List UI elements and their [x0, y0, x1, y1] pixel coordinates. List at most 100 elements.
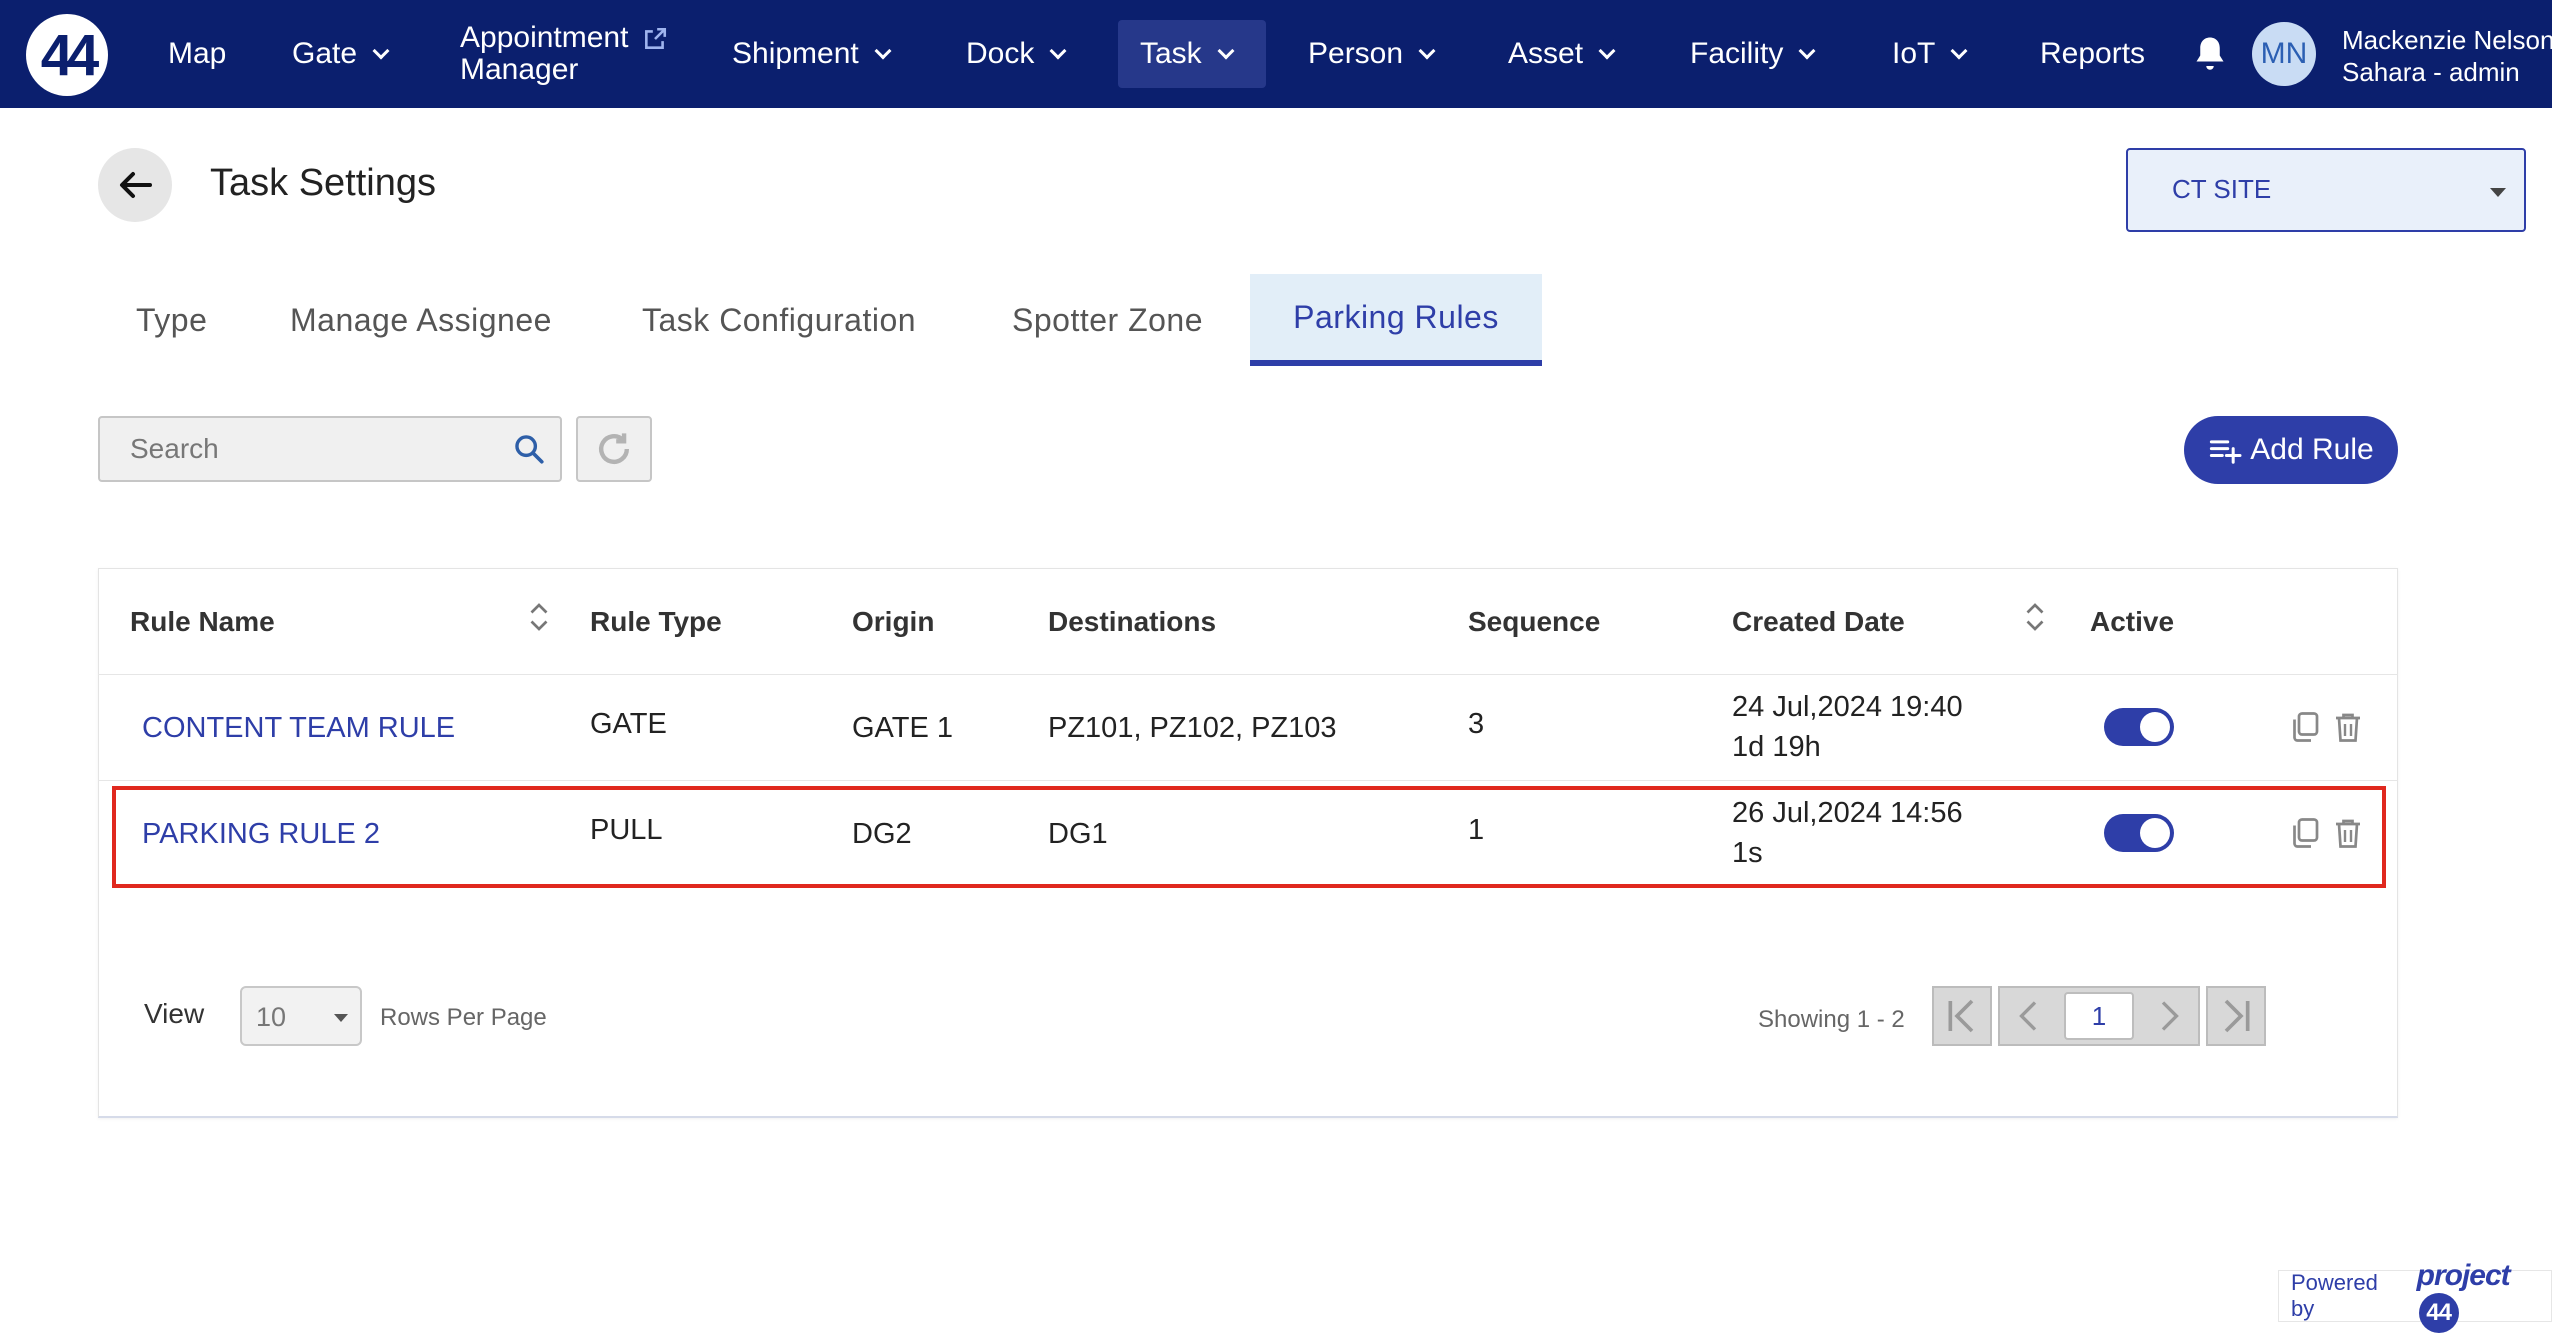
column-header-active: Active: [2090, 606, 2175, 637]
table-divider: [98, 674, 2398, 675]
next-page-button[interactable]: [2140, 986, 2200, 1046]
caret-down-icon: [334, 1014, 348, 1022]
column-header-rule-name[interactable]: Rule Name: [130, 606, 275, 638]
refresh-icon: [598, 433, 630, 465]
active-toggle[interactable]: [2104, 708, 2174, 746]
user-info[interactable]: Mackenzie Nelson Sahara - admin: [2342, 24, 2552, 88]
notification-bell-icon[interactable]: [2192, 34, 2228, 74]
column-header-destinations: Destinations: [1048, 606, 1217, 637]
rows-per-page-label: Rows Per Page: [380, 1004, 547, 1031]
nav-item-appointment-manager[interactable]: Appointment Manager: [460, 0, 668, 108]
chevron-down-icon: [1217, 42, 1235, 60]
previous-page-button[interactable]: [1998, 986, 2058, 1046]
rows-per-page-select[interactable]: 10: [240, 986, 362, 1046]
external-link-icon: [645, 27, 667, 49]
add-rule-label: Add Rule: [2250, 433, 2374, 466]
powered-by-label: Powered by: [2291, 1270, 2378, 1321]
nav-item-label: Person: [1308, 37, 1404, 70]
nav-item-label: Facility: [1690, 37, 1784, 70]
nav-item-label: Appointment: [460, 21, 629, 54]
site-select-value: CT SITE: [2172, 174, 2272, 204]
nav-item-task[interactable]: Task: [1140, 0, 1235, 108]
user-avatar[interactable]: MN: [2252, 22, 2316, 86]
caret-down-icon: [2490, 188, 2506, 197]
nav-item-label: Shipment: [732, 37, 859, 70]
nav-item-label: Dock: [966, 37, 1035, 70]
nav-item-reports[interactable]: Reports: [2040, 0, 2145, 108]
view-label: View: [144, 998, 205, 1029]
tab-task-configuration[interactable]: Task Configuration: [642, 274, 916, 366]
search-icon[interactable]: [512, 432, 546, 466]
rule-type-cell: GATE: [590, 708, 667, 740]
nav-item-shipment[interactable]: Shipment: [732, 0, 892, 108]
column-header-created-date[interactable]: Created Date: [1732, 606, 1905, 638]
nav-item-label: Asset: [1508, 37, 1584, 70]
rule-name-link[interactable]: CONTENT TEAM RULE: [142, 712, 455, 745]
tab-manage-assignee[interactable]: Manage Assignee: [290, 274, 552, 366]
first-page-icon: [1948, 999, 1974, 1033]
refresh-button[interactable]: [576, 416, 652, 482]
last-page-icon: [2224, 999, 2250, 1033]
add-rule-button[interactable]: Add Rule: [2184, 416, 2398, 484]
last-page-button[interactable]: [2206, 986, 2266, 1046]
column-header-rule-type: Rule Type: [590, 606, 722, 637]
nav-item-iot[interactable]: IoT: [1892, 0, 1968, 108]
tab-label: Type: [136, 301, 208, 338]
tab-label: Parking Rules: [1293, 298, 1499, 335]
brand-mark: 44: [2418, 1293, 2459, 1333]
search-input[interactable]: [100, 418, 500, 480]
top-navigation-bar: 44 Map Gate Appointment Manager Shipment…: [0, 0, 2552, 108]
rows-per-page-value: 10: [256, 1002, 287, 1032]
nav-item-map[interactable]: Map: [168, 0, 226, 108]
search-box: [98, 416, 562, 482]
sort-icon[interactable]: [528, 602, 550, 632]
copy-icon[interactable]: [2290, 710, 2320, 744]
nav-item-dock[interactable]: Dock: [966, 0, 1067, 108]
nav-item-gate[interactable]: Gate: [292, 0, 390, 108]
chevron-down-icon: [1598, 42, 1616, 60]
tab-label: Spotter Zone: [1012, 301, 1203, 338]
powered-by-badge[interactable]: Powered by project44: [2278, 1259, 2552, 1333]
created-date-cell: 24 Jul,2024 19:40 1d 19h: [1732, 687, 1963, 767]
tab-label: Task Configuration: [642, 301, 917, 338]
site-select[interactable]: CT SITE: [2126, 148, 2526, 232]
user-role: Sahara - admin: [2342, 57, 2520, 87]
column-header-sequence: Sequence: [1468, 606, 1601, 637]
chevron-right-icon: [2161, 1001, 2179, 1031]
project44-logo[interactable]: 44: [26, 14, 108, 96]
tab-spotter-zone[interactable]: Spotter Zone: [1012, 274, 1203, 366]
nav-item-person[interactable]: Person: [1308, 0, 1436, 108]
trash-icon[interactable]: [2333, 710, 2363, 744]
nav-item-label: Reports: [2040, 37, 2146, 70]
created-date-value: 24 Jul,2024 19:40: [1732, 691, 1963, 723]
nav-item-asset[interactable]: Asset: [1508, 0, 1616, 108]
chevron-down-icon: [372, 42, 390, 60]
sort-icon[interactable]: [2024, 602, 2046, 632]
chevron-down-icon: [874, 42, 892, 60]
nav-item-label: Gate: [292, 37, 358, 70]
sequence-cell: 3: [1468, 708, 1485, 740]
chevron-down-icon: [1049, 42, 1067, 60]
nav-item-label: Map: [168, 37, 227, 70]
page-number-input[interactable]: 1: [2064, 992, 2134, 1040]
column-header-origin: Origin: [852, 606, 935, 637]
chevron-down-icon: [1418, 42, 1436, 60]
table-divider: [98, 780, 2398, 781]
chevron-down-icon: [1950, 42, 1968, 60]
first-page-button[interactable]: [1932, 986, 1992, 1046]
tab-label: Manage Assignee: [290, 301, 552, 338]
page-title: Task Settings: [210, 162, 436, 204]
created-ago-value: 1d 19h: [1732, 731, 1821, 763]
origin-cell: GATE 1: [852, 712, 953, 744]
nav-item-label: IoT: [1892, 37, 1936, 70]
back-button[interactable]: [98, 148, 172, 222]
arrow-left-icon: [120, 172, 152, 198]
destinations-cell: PZ101, PZ102, PZ103: [1048, 712, 1337, 744]
chevron-left-icon: [2019, 1001, 2037, 1031]
tab-type[interactable]: Type: [136, 274, 207, 366]
brand-text: project: [2416, 1259, 2511, 1292]
nav-item-facility[interactable]: Facility: [1690, 0, 1816, 108]
tab-parking-rules[interactable]: Parking Rules: [1250, 274, 1542, 366]
row-highlight-box: [112, 786, 2386, 888]
user-name: Mackenzie Nelson: [2342, 25, 2552, 55]
